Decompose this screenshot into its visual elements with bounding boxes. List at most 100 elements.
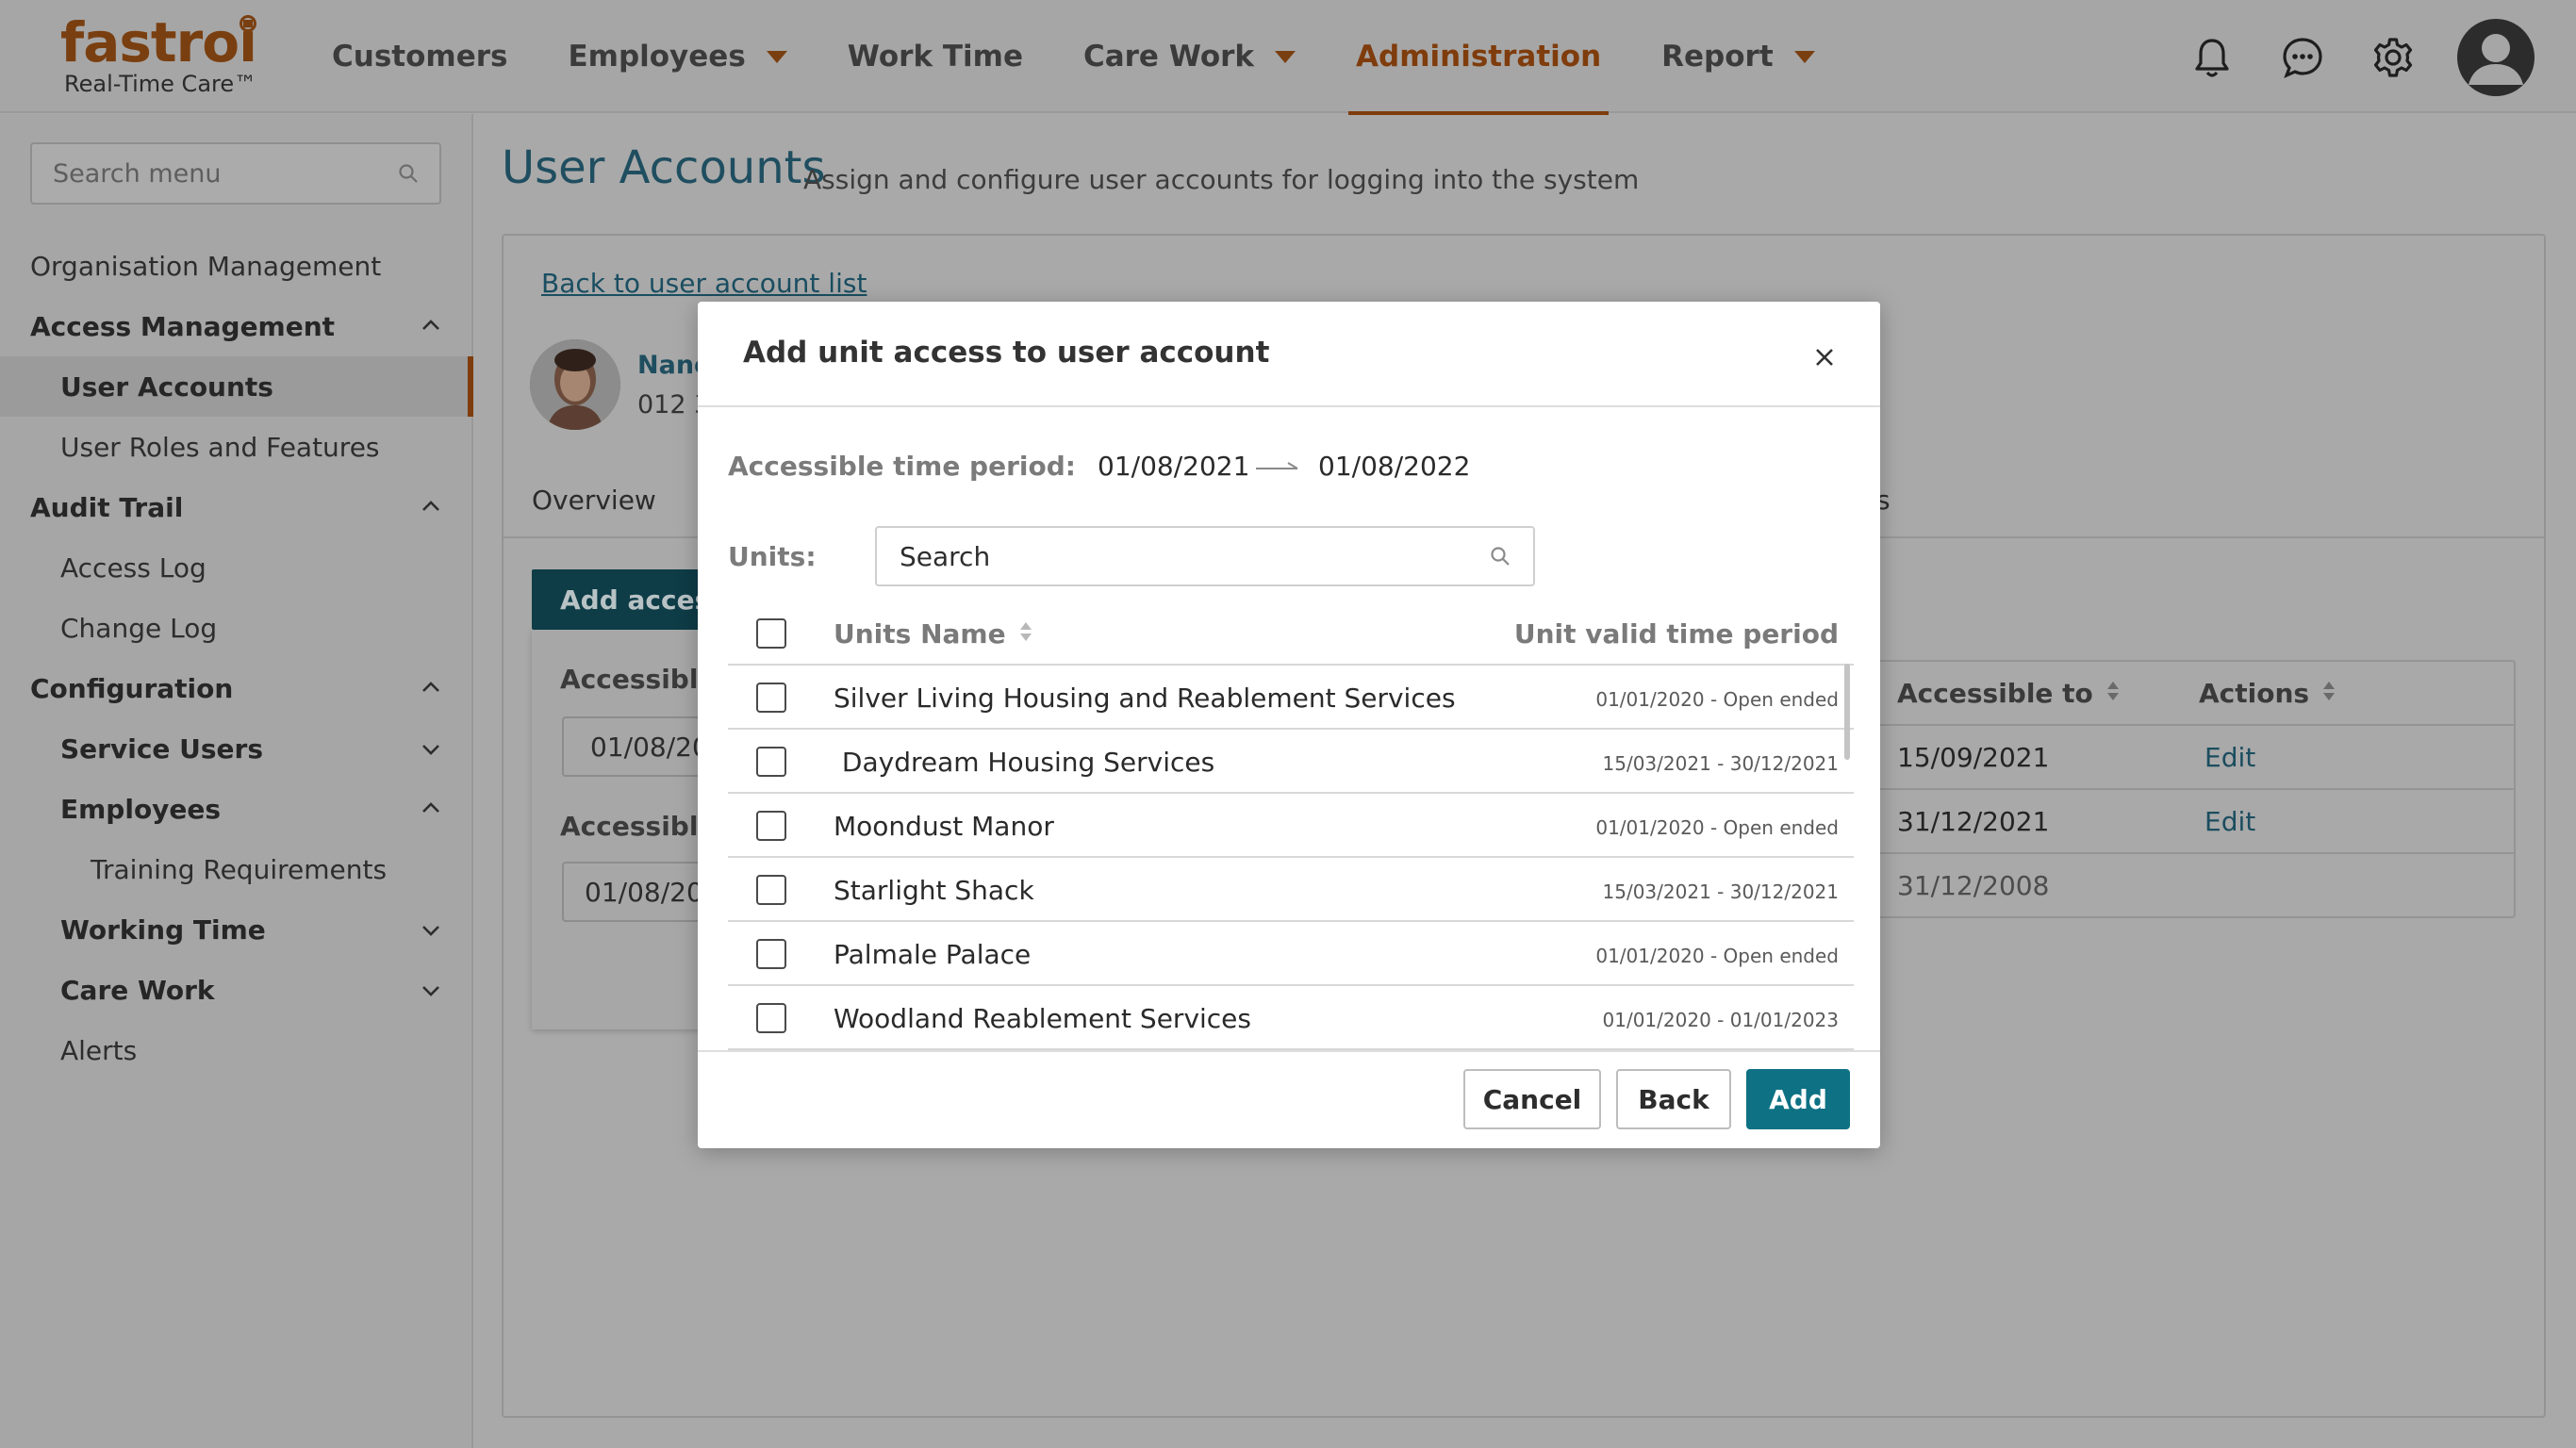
table-row: 15/09/2021 Edit bbox=[1869, 724, 2514, 788]
sidebar-item-alerts[interactable]: Alerts bbox=[0, 1020, 471, 1080]
tab-overview[interactable]: Overview bbox=[532, 485, 656, 516]
chat-icon[interactable] bbox=[2276, 31, 2329, 84]
search-menu-input[interactable]: Search menu bbox=[30, 142, 441, 205]
units-search-input[interactable]: Search bbox=[875, 526, 1535, 586]
edit-link[interactable]: Edit bbox=[2204, 790, 2255, 852]
sidebar-item-working-time[interactable]: Working Time bbox=[0, 899, 471, 960]
accessible-to-input[interactable]: 01/08/202 bbox=[562, 862, 720, 922]
cancel-button[interactable]: Cancel bbox=[1463, 1069, 1601, 1129]
period-end-date[interactable]: 01/08/2022 bbox=[1318, 451, 1470, 482]
add-button[interactable]: Add bbox=[1746, 1069, 1850, 1129]
unit-row[interactable]: Daydream Housing Services 15/03/2021 - 3… bbox=[728, 730, 1854, 794]
unit-period: 01/01/2020 - 01/01/2023 bbox=[1602, 1009, 1839, 1031]
user-avatar-icon[interactable] bbox=[2457, 19, 2535, 96]
unit-name: Silver Living Housing and Reablement Ser… bbox=[834, 683, 1456, 714]
sidebar-item-employees[interactable]: Employees bbox=[0, 779, 471, 839]
add-unit-access-modal: Add unit access to user account Accessib… bbox=[698, 302, 1880, 1148]
unit-checkbox[interactable] bbox=[756, 811, 786, 841]
col-label: Accessible to bbox=[1897, 677, 2093, 709]
sidebar-item-label: Audit Trail bbox=[30, 491, 184, 523]
unit-checkbox[interactable] bbox=[756, 939, 786, 969]
unit-checkbox[interactable] bbox=[756, 1003, 786, 1033]
units-list-scrollbar[interactable] bbox=[1844, 664, 1850, 760]
bell-icon[interactable] bbox=[2186, 31, 2238, 84]
sidebar-item-audit-trail[interactable]: Audit Trail bbox=[0, 477, 471, 537]
sidebar-item-user-accounts[interactable]: User Accounts bbox=[0, 356, 473, 417]
unit-period: 01/01/2020 - Open ended bbox=[1595, 688, 1839, 711]
unit-period: 01/01/2020 - Open ended bbox=[1595, 945, 1839, 967]
sidebar-item-label: User Roles and Features bbox=[60, 431, 380, 463]
sort-icon bbox=[2322, 678, 2336, 709]
top-header: fastroi Real-Time Care™ Customers Employ… bbox=[0, 0, 2576, 115]
page-subtitle: Assign and configure user accounts for l… bbox=[803, 164, 1640, 195]
sidebar-item-label: Configuration bbox=[30, 672, 234, 704]
sidebar-item-user-roles-and-features[interactable]: User Roles and Features bbox=[0, 417, 471, 477]
table-row: 31/12/2021 Edit bbox=[1869, 788, 2514, 852]
sort-icon bbox=[1019, 618, 1032, 650]
unit-row[interactable]: Woodland Reablement Services 01/01/2020 … bbox=[728, 986, 1854, 1050]
sidebar-item-training-requirements[interactable]: Training Requirements bbox=[0, 839, 471, 899]
modal-footer-divider bbox=[698, 1050, 1880, 1052]
unit-name: Moondust Manor bbox=[834, 811, 1054, 842]
unit-row[interactable]: Starlight Shack 15/03/2021 - 30/12/2021 bbox=[728, 858, 1854, 922]
sidebar-item-change-log[interactable]: Change Log bbox=[0, 598, 471, 658]
fastroi-logo[interactable]: fastroi Real-Time Care™ bbox=[60, 10, 257, 96]
col-label: Units Name bbox=[834, 618, 1006, 650]
nav-label: Work Time bbox=[847, 40, 1023, 74]
nav-label: Administration bbox=[1356, 40, 1602, 74]
sidebar-item-configuration[interactable]: Configuration bbox=[0, 658, 471, 718]
modal-title: Add unit access to user account bbox=[743, 336, 1270, 370]
select-all-checkbox[interactable] bbox=[756, 618, 786, 649]
close-icon[interactable] bbox=[1808, 341, 1841, 373]
chevron-up-icon bbox=[421, 497, 441, 518]
unit-period: 15/03/2021 - 30/12/2021 bbox=[1602, 752, 1839, 775]
sidebar-item-access-management[interactable]: Access Management bbox=[0, 296, 471, 356]
col-units-name[interactable]: Units Name bbox=[834, 618, 1032, 650]
unit-row[interactable]: Moondust Manor 01/01/2020 - Open ended bbox=[728, 794, 1854, 858]
col-label: Actions bbox=[2199, 677, 2310, 709]
edit-link[interactable]: Edit bbox=[2204, 726, 2255, 788]
sidebar-item-access-log[interactable]: Access Log bbox=[0, 537, 471, 598]
unit-checkbox[interactable] bbox=[756, 683, 786, 713]
cell-accessible-to: 15/09/2021 bbox=[1897, 741, 2050, 773]
back-button[interactable]: Back bbox=[1616, 1069, 1731, 1129]
sidebar-item-label: Employees bbox=[60, 793, 222, 825]
sidebar: Search menu Organisation Management Acces… bbox=[0, 114, 473, 1448]
nav-label: Customers bbox=[332, 40, 508, 74]
caret-down-icon bbox=[766, 50, 787, 63]
accessible-from-input[interactable]: 01/08/20 bbox=[562, 716, 709, 777]
nav-administration[interactable]: Administration bbox=[1326, 0, 1631, 115]
unit-period: 01/01/2020 - Open ended bbox=[1595, 816, 1839, 839]
arrow-right-icon bbox=[1256, 462, 1298, 469]
col-accessible-to[interactable]: Accessible to bbox=[1897, 662, 2120, 724]
chevron-up-icon bbox=[421, 798, 441, 819]
nav-work-time[interactable]: Work Time bbox=[817, 0, 1053, 113]
units-label: Units: bbox=[728, 541, 817, 572]
period-start-date[interactable]: 01/08/2021 bbox=[1098, 451, 1249, 482]
unit-name: Starlight Shack bbox=[834, 875, 1034, 906]
search-icon bbox=[399, 164, 418, 183]
sidebar-item-label: Access Log bbox=[60, 551, 206, 584]
sidebar-item-label: Alerts bbox=[60, 1034, 138, 1066]
nav-customers[interactable]: Customers bbox=[302, 0, 537, 113]
nav-report[interactable]: Report bbox=[1631, 0, 1845, 113]
logo-wordmark: fastroi bbox=[60, 10, 257, 74]
add-access-button[interactable]: Add accessi bbox=[532, 569, 720, 630]
table-row: 31/12/2008 bbox=[1869, 852, 2514, 916]
sidebar-item-service-users[interactable]: Service Users bbox=[0, 718, 471, 779]
sidebar-item-label: Working Time bbox=[60, 913, 266, 946]
unit-checkbox[interactable] bbox=[756, 875, 786, 905]
nav-care-work[interactable]: Care Work bbox=[1053, 0, 1326, 113]
unit-checkbox[interactable] bbox=[756, 747, 786, 777]
col-actions[interactable]: Actions bbox=[2199, 662, 2336, 724]
nav-label: Report bbox=[1661, 40, 1774, 74]
nav-employees[interactable]: Employees bbox=[537, 0, 817, 113]
back-to-list-link[interactable]: Back to user account list bbox=[541, 268, 867, 299]
unit-row[interactable]: Palmale Palace 01/01/2020 - Open ended bbox=[728, 922, 1854, 986]
units-list: Silver Living Housing and Reablement Ser… bbox=[728, 666, 1854, 1050]
unit-name: Palmale Palace bbox=[834, 939, 1032, 970]
unit-row[interactable]: Silver Living Housing and Reablement Ser… bbox=[728, 666, 1854, 730]
sidebar-item-care-work[interactable]: Care Work bbox=[0, 960, 471, 1020]
gear-icon[interactable] bbox=[2367, 31, 2419, 84]
sidebar-item-organisation-management[interactable]: Organisation Management bbox=[0, 236, 471, 296]
